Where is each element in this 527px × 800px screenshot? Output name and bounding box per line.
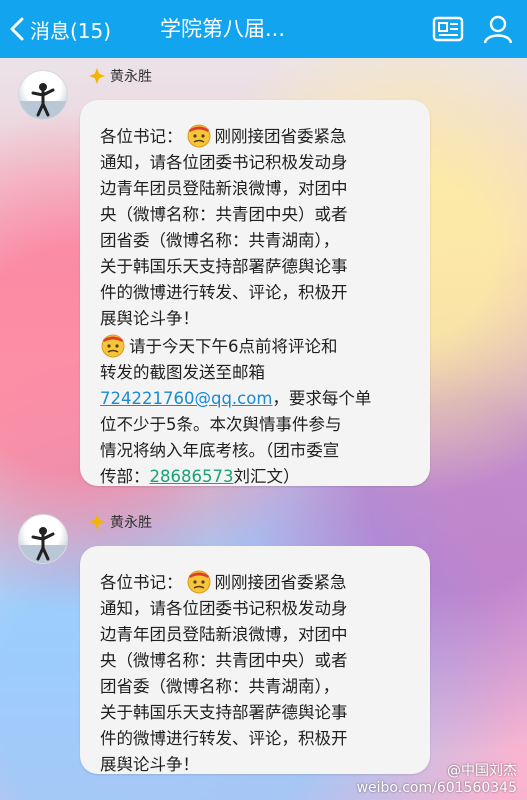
message-text: 刚刚接团省委紧急 (214, 573, 347, 592)
user-icon (483, 15, 513, 44)
message-bubble[interactable]: 各位书记： 刚刚接团省委紧急 通知，请各位团委书记积极发动身 边青年团员登陆新浪… (80, 546, 430, 774)
sender-name: 黄永胜 (110, 69, 152, 85)
sender-avatar[interactable] (18, 514, 68, 564)
worried-emoji-icon (187, 124, 210, 148)
message-text: 各位书记： (100, 127, 183, 146)
message-line: 展舆论斗争！ (100, 309, 199, 328)
weibo-watermark: @中国刘杰 weibo.com/601560345 (357, 760, 517, 796)
message-text: 刚刚接团省委紧急 (214, 127, 347, 146)
message-line: 传部：28686573刘汇文） (100, 464, 412, 490)
message-line: 央（微博名称：共青团中央）或者 (100, 651, 348, 670)
message-line: 情况将纳入年底考核。（团市委宣 (100, 441, 340, 460)
sender-name: 黄永胜 (110, 515, 152, 531)
profile-card-button[interactable] (431, 12, 465, 46)
phone-link[interactable]: 28686573 (150, 467, 234, 486)
message-line: 各位书记： 刚刚接团省委紧急 (100, 568, 412, 596)
sender-name-row: 黄永胜 (88, 512, 152, 532)
worried-emoji-icon (101, 334, 125, 358)
message-line: 边青年团员登陆新浪微博，对团中 (100, 625, 348, 644)
message-text: 刘汇文） (233, 467, 300, 486)
message-line: 团省委（微博名称：共青湖南）， (100, 677, 340, 696)
chevron-left-icon (10, 17, 24, 41)
message-line: 各位书记： 刚刚接团省委紧急 (100, 122, 412, 150)
back-button[interactable]: 消息(15) (8, 8, 111, 50)
chat-title: 学院第八届... (160, 17, 286, 41)
avatar-silhouette-icon (19, 527, 67, 563)
message-line: 件的微博进行转发、评论，积极开 (100, 283, 348, 302)
message-line: 通知，请各位团委书记积极发动身 (100, 599, 348, 618)
message-line: 关于韩国乐天支持部署萨德舆论事 (100, 703, 348, 722)
watermark-url: weibo.com/601560345 (356, 780, 517, 796)
message-text: 请于今天下午6点前将评论和 (129, 337, 338, 356)
message-line: 724221760@qq.com，要求每个单 (100, 386, 412, 412)
top-bar: 消息(15) 学院第八届... (0, 0, 527, 58)
message-text: 各位书记： (100, 573, 183, 592)
sender-name-row: 黄永胜 (88, 66, 152, 86)
message-text: 传部： (100, 467, 150, 486)
message-line: 通知，请各位团委书记积极发动身 (100, 153, 348, 172)
message-bubble[interactable]: 各位书记： 刚刚接团省委紧急 通知，请各位团委书记积极发动身 边青年团员登陆新浪… (80, 100, 430, 486)
message-line: 件的微博进行转发、评论，积极开 (100, 729, 348, 748)
watermark-handle: @中国刘杰 (447, 763, 517, 779)
message-line: 关于韩国乐天支持部署萨德舆论事 (100, 257, 348, 276)
profile-card-icon (432, 16, 464, 42)
message-line: 团省委（微博名称：共青湖南）， (100, 231, 340, 250)
back-label: 消息(15) (30, 18, 112, 43)
message-line: 请于今天下午6点前将评论和 (100, 332, 412, 360)
diamond-badge-icon (89, 514, 105, 530)
avatar-silhouette-icon (19, 83, 67, 119)
diamond-badge-icon (89, 68, 105, 84)
message-line: 央（微博名称：共青团中央）或者 (100, 205, 348, 224)
sender-avatar[interactable] (18, 70, 68, 120)
message-line: 边青年团员登陆新浪微博，对团中 (100, 179, 348, 198)
email-link[interactable]: 724221760@qq.com (100, 389, 272, 408)
message-line: 转发的截图发送至邮箱 (100, 363, 265, 382)
message-text: ，要求每个单 (272, 389, 372, 408)
worried-emoji-icon (187, 570, 210, 594)
message-line: 位不少于5条。本次舆情事件参与 (100, 415, 342, 434)
group-members-button[interactable] (481, 12, 515, 46)
